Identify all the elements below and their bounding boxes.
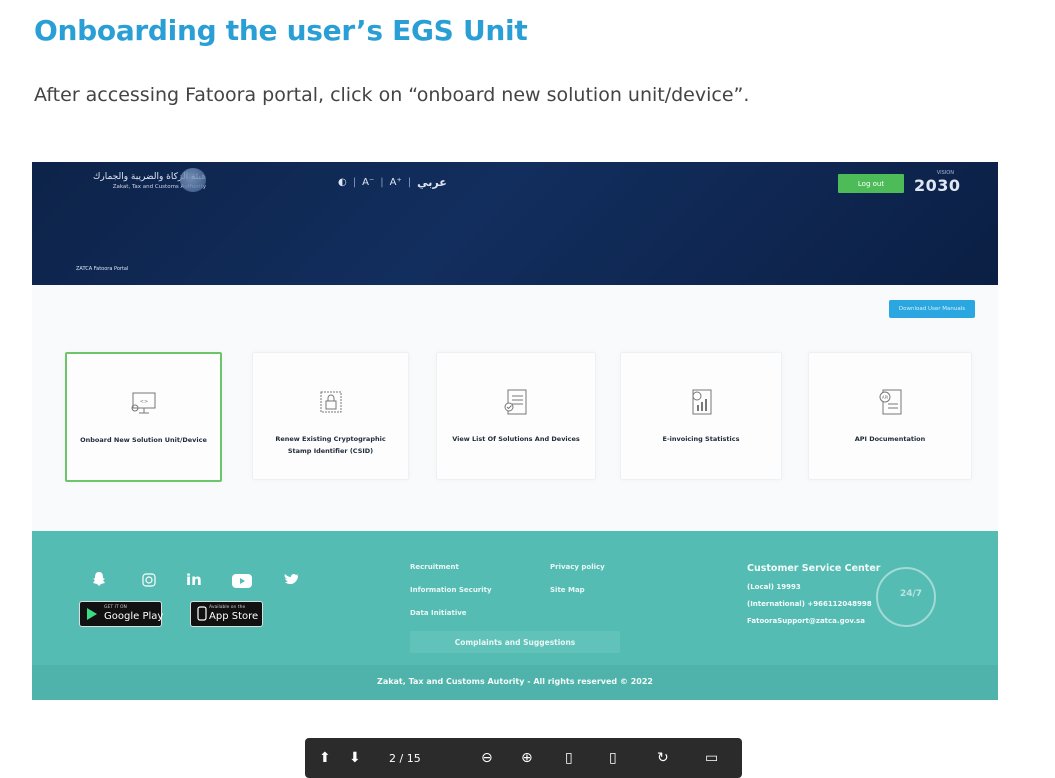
vision-number: 2030	[914, 176, 961, 195]
footer-link-information-security[interactable]: Information Security	[410, 586, 492, 594]
customer-service-email[interactable]: FatooraSupport@zatca.gov.sa	[747, 617, 865, 625]
snapchat-icon[interactable]	[92, 571, 106, 587]
copyright-text: Zakat, Tax and Customs Autority - All ri…	[377, 677, 653, 686]
document-instruction: After accessing Fatoora portal, click on…	[34, 84, 750, 106]
api-document-icon: API	[879, 389, 902, 415]
twitter-icon[interactable]	[284, 573, 300, 587]
complaints-button[interactable]: Complaints and Suggestions	[410, 631, 620, 653]
app-store-big-text: App Store	[209, 611, 259, 622]
app-store-badge[interactable]: Available on the App Store	[190, 601, 263, 627]
contrast-icon[interactable]: ◐	[338, 177, 347, 188]
statistics-document-icon	[692, 389, 712, 415]
font-decrease-button[interactable]: A⁻	[362, 177, 374, 188]
card-label: E-invoicing Statistics	[662, 435, 740, 443]
footer-link-site-map[interactable]: Site Map	[550, 586, 585, 594]
next-page-icon[interactable]: ⬇	[349, 750, 361, 766]
font-increase-button[interactable]: A⁺	[390, 177, 402, 188]
logout-button[interactable]: Log out	[838, 174, 904, 193]
customer-service-title: Customer Service Center	[747, 563, 881, 574]
card-api-documentation[interactable]: API API Documentation	[808, 352, 972, 480]
previous-page-icon[interactable]: ⬆	[319, 750, 331, 766]
google-play-big-text: Google Play	[104, 611, 164, 622]
app-store-small-text: Available on the	[209, 605, 246, 610]
keyboard-icon[interactable]: ▭	[705, 750, 718, 766]
card-onboard-new-solution[interactable]: <> Onboard New Solution Unit/Device	[65, 352, 222, 482]
card-label: View List Of Solutions And Devices	[452, 435, 580, 443]
support-24-7-icon: 24/7	[876, 567, 936, 627]
linkedin-icon[interactable]: in	[186, 571, 202, 589]
card-einvoicing-statistics[interactable]: E-invoicing Statistics	[620, 352, 782, 480]
pdf-viewer-toolbar: ⬆ ⬇ 2 / 15 ⊖ ⊕ ▯ ▯ ↻ ▭	[305, 738, 742, 778]
accessibility-controls: ◐ | A⁻ | A⁺ | عربي	[338, 176, 447, 189]
youtube-icon[interactable]	[232, 574, 252, 588]
card-label: Onboard New Solution Unit/Device	[80, 436, 207, 444]
checklist-document-icon	[504, 389, 527, 415]
instagram-icon[interactable]	[142, 573, 156, 587]
google-play-badge[interactable]: GET IT ON Google Play	[79, 601, 164, 627]
card-label: API Documentation	[854, 435, 926, 443]
portal-name: ZATCA Fatoora Portal	[76, 266, 129, 272]
lock-certificate-icon	[320, 391, 341, 413]
zatca-emblem-icon	[180, 168, 206, 192]
portal-header: هيئة الزكاة والضريبة والجمارك Zakat, Tax…	[32, 162, 998, 285]
footer-link-recruitment[interactable]: Recruitment	[410, 563, 459, 571]
footer-link-privacy-policy[interactable]: Privacy policy	[550, 563, 605, 571]
svg-text:API: API	[882, 395, 888, 400]
monitor-settings-icon: <>	[131, 392, 155, 414]
vision-2030-logo: VISION 2030	[912, 170, 961, 198]
card-label: Renew Existing Cryptographic Stamp Ident…	[275, 435, 386, 455]
zoom-in-icon[interactable]: ⊕	[521, 750, 533, 766]
fit-width-icon[interactable]: ▯	[609, 750, 617, 766]
page-indicator[interactable]: 2 / 15	[389, 752, 421, 765]
apple-icon	[197, 606, 207, 621]
download-manuals-button[interactable]: Download User Manuals	[889, 300, 975, 318]
rotate-icon[interactable]: ↻	[657, 750, 669, 766]
portal-footer: in GET IT ON Google Play Available on th…	[32, 531, 998, 700]
svg-text:<>: <>	[139, 399, 147, 405]
zoom-out-icon[interactable]: ⊖	[481, 750, 493, 766]
google-play-icon	[87, 608, 97, 620]
card-renew-csid[interactable]: Renew Existing Cryptographic Stamp Ident…	[252, 352, 409, 480]
customer-service-international: (International) +966112048998	[747, 600, 872, 608]
customer-service-local: (Local) 19993	[747, 583, 801, 591]
google-play-small-text: GET IT ON	[104, 605, 127, 610]
document-title: Onboarding the user’s EGS Unit	[34, 14, 528, 47]
support-badge-text: 24/7	[900, 589, 923, 599]
portal-screenshot: هيئة الزكاة والضريبة والجمارك Zakat, Tax…	[32, 162, 998, 700]
language-toggle[interactable]: عربي	[417, 176, 447, 189]
fit-page-icon[interactable]: ▯	[565, 750, 573, 766]
footer-link-data-initiative[interactable]: Data Initiative	[410, 609, 467, 617]
card-view-solutions[interactable]: View List Of Solutions And Devices	[436, 352, 596, 480]
